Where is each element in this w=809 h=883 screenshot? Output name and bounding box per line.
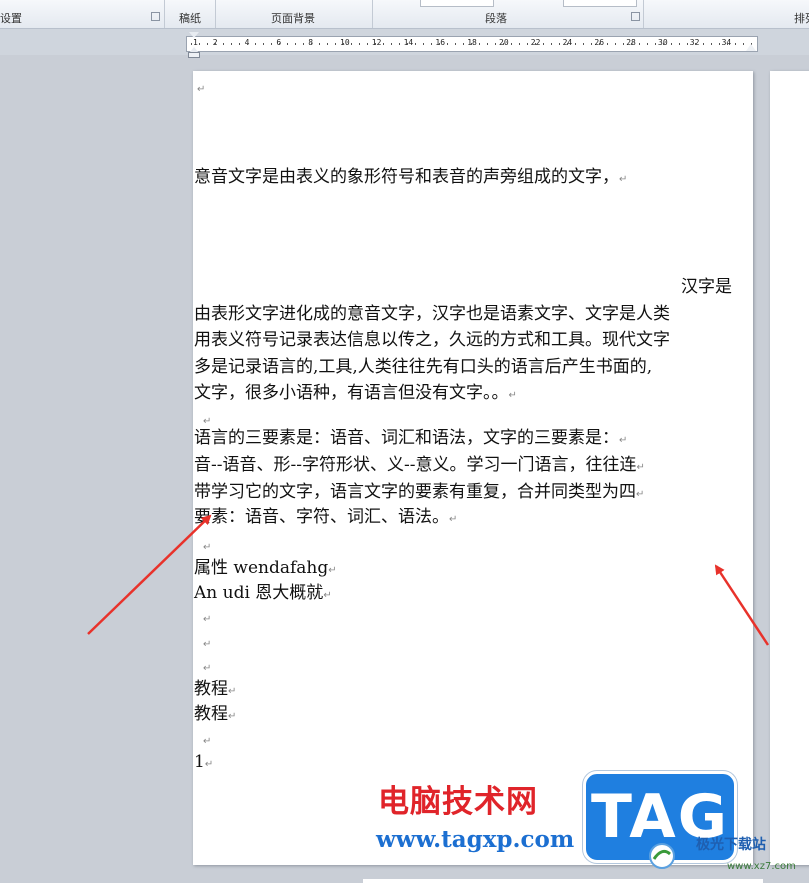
watermark-site-name: 电脑技术网: [378, 784, 538, 820]
watermark-site-right-url: www.xz7.com: [727, 861, 796, 872]
watermark-url: www.tagxp.com: [376, 826, 575, 853]
red-arrow-right: [714, 564, 770, 646]
aurora-logo-icon: [649, 843, 675, 869]
watermark-site-right: 极光下载站: [696, 837, 766, 853]
annotation-arrows: [87, 514, 770, 646]
red-arrow-left: [87, 514, 212, 635]
